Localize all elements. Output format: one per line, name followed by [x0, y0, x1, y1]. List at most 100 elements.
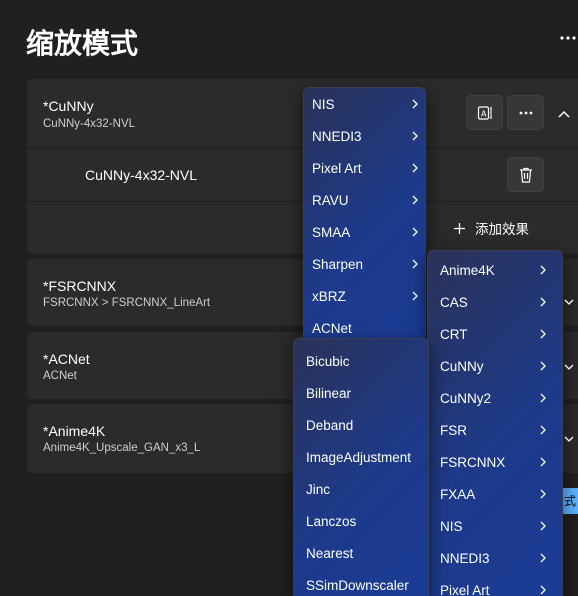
- menu-item-label: NIS: [440, 518, 463, 534]
- menu-item-label: NIS: [312, 96, 335, 112]
- menu-item-deband[interactable]: Deband: [294, 409, 428, 441]
- chevron-right-icon: [538, 424, 548, 436]
- svg-text:A: A: [481, 109, 487, 118]
- chevron-right-icon: [410, 98, 420, 110]
- menu-item-label: Lanczos: [306, 513, 357, 529]
- chevron-down-icon: [564, 299, 574, 305]
- menu-item-jinc[interactable]: Jinc: [294, 473, 428, 505]
- chevron-right-icon: [538, 552, 548, 564]
- menu-item-fxaa[interactable]: FXAA: [428, 478, 562, 510]
- card-title: *Anime4K: [43, 423, 106, 439]
- menu-item-ssimdownscaler[interactable]: SSimDownscaler: [294, 569, 428, 596]
- add-effect-button[interactable]: 添加效果: [453, 219, 529, 237]
- menu-item-label: FSR: [440, 422, 467, 438]
- chevron-right-icon: [410, 194, 420, 206]
- card-subtitle: Anime4K_Upscale_GAN_x3_L: [43, 442, 201, 454]
- menu-item-smaa[interactable]: SMAA: [304, 216, 425, 248]
- menu-item-sharpen[interactable]: Sharpen: [304, 248, 425, 280]
- menu-item-label: Bilinear: [306, 385, 352, 401]
- add-effect-label: 添加效果: [475, 222, 529, 237]
- chevron-down-icon: [564, 436, 574, 442]
- menu-item-label: Deband: [306, 417, 354, 433]
- menu-item-crt[interactable]: CRT: [428, 318, 562, 350]
- menu-item-label: CuNNy2: [440, 390, 492, 406]
- menu-item-label: Nearest: [306, 545, 354, 561]
- rename-icon: A: [477, 105, 492, 120]
- add-icon: [454, 222, 465, 234]
- menu-item-nearest[interactable]: Nearest: [294, 537, 428, 569]
- menu-item-nis[interactable]: NIS: [428, 510, 562, 542]
- menu-item-label: SMAA: [312, 224, 351, 240]
- effect-submenu-right: Anime4K CAS CRT CuNNy CuNNy2 FSR FSRCNNX…: [427, 250, 563, 596]
- menu-item-label: FSRCNNX: [440, 454, 506, 470]
- menu-item-label: ACNet: [312, 320, 352, 336]
- effect-submenu-lower: Bicubic Bilinear Deband ImageAdjustment …: [293, 338, 429, 596]
- page-title: 缩放模式: [26, 27, 139, 60]
- chevron-right-icon: [538, 392, 548, 404]
- menu-item-label: Anime4K: [440, 262, 495, 278]
- delete-effect-button[interactable]: [507, 157, 544, 192]
- menu-item-pixel-art[interactable]: Pixel Art: [304, 152, 425, 184]
- menu-item-lanczos[interactable]: Lanczos: [294, 505, 428, 537]
- chevron-right-icon: [410, 258, 420, 270]
- chevron-right-icon: [410, 130, 420, 142]
- menu-item-label: ImageAdjustment: [306, 449, 412, 465]
- menu-item-xbrz[interactable]: xBRZ: [304, 280, 425, 312]
- effect-item-label: CuNNy-4x32-NVL: [85, 167, 198, 183]
- menu-item-fsrcnnx[interactable]: FSRCNNX: [428, 446, 562, 478]
- rename-button[interactable]: A: [466, 95, 503, 130]
- menu-item-nnedi3[interactable]: NNEDI3: [428, 542, 562, 574]
- menu-item-fsr[interactable]: FSR: [428, 414, 562, 446]
- menu-item-label: SSimDownscaler: [306, 577, 409, 593]
- card-title: *CuNNy: [43, 98, 94, 114]
- menu-item-bilinear[interactable]: Bilinear: [294, 377, 428, 409]
- chevron-right-icon: [538, 264, 548, 276]
- menu-item-label: CuNNy: [440, 358, 484, 374]
- menu-item-label: Pixel Art: [440, 582, 490, 596]
- card-subtitle: FSRCNNX > FSRCNNX_LineArt: [43, 297, 211, 309]
- menu-item-label: NNEDI3: [312, 128, 362, 144]
- menu-item-label: Jinc: [306, 481, 331, 497]
- collapse-button[interactable]: [557, 107, 571, 121]
- chevron-right-icon: [538, 584, 548, 596]
- chevron-right-icon: [410, 162, 420, 174]
- menu-item-label: Bicubic: [306, 353, 350, 369]
- chevron-right-icon: [538, 328, 548, 340]
- menu-item-label: CRT: [440, 326, 468, 342]
- card-subtitle: CuNNy-4x32-NVL: [43, 118, 136, 130]
- card-title: *ACNet: [43, 351, 90, 367]
- menu-item-cunny2[interactable]: CuNNy2: [428, 382, 562, 414]
- chevron-up-icon: [558, 110, 570, 118]
- delete-icon: [519, 167, 532, 183]
- menu-item-nnedi3[interactable]: NNEDI3: [304, 120, 425, 152]
- menu-item-label: xBRZ: [312, 288, 346, 304]
- chevron-right-icon: [538, 360, 548, 372]
- menu-item-cunny[interactable]: CuNNy: [428, 350, 562, 382]
- more-icon: [560, 36, 576, 40]
- chevron-right-icon: [538, 488, 548, 500]
- menu-item-label: FXAA: [440, 486, 476, 502]
- chevron-right-icon: [410, 290, 420, 302]
- chevron-right-icon: [538, 456, 548, 468]
- menu-item-bicubic[interactable]: Bicubic: [294, 345, 428, 377]
- menu-item-ravu[interactable]: RAVU: [304, 184, 425, 216]
- menu-item-label: Pixel Art: [312, 160, 362, 176]
- menu-item-pixel-art[interactable]: Pixel Art: [428, 574, 562, 596]
- chevron-right-icon: [538, 520, 548, 532]
- menu-item-label: Sharpen: [312, 256, 364, 272]
- menu-item-anime4k[interactable]: Anime4K: [428, 254, 562, 286]
- more-icon: [519, 111, 532, 114]
- menu-item-imageadjustment[interactable]: ImageAdjustment: [294, 441, 428, 473]
- menu-item-label: NNEDI3: [440, 550, 490, 566]
- card-subtitle: ACNet: [43, 370, 77, 382]
- effect-menu-main: NIS NNEDI3 Pixel Art RAVU SMAA Sharpen x…: [303, 87, 426, 343]
- chevron-right-icon: [410, 226, 420, 238]
- chevron-right-icon: [538, 296, 548, 308]
- chevron-down-icon: [564, 364, 574, 370]
- more-options-button[interactable]: [558, 28, 578, 48]
- menu-item-label: RAVU: [312, 192, 349, 208]
- menu-item-cas[interactable]: CAS: [428, 286, 562, 318]
- card-more-button[interactable]: [507, 95, 544, 130]
- menu-item-label: CAS: [440, 294, 468, 310]
- menu-item-nis[interactable]: NIS: [304, 88, 425, 120]
